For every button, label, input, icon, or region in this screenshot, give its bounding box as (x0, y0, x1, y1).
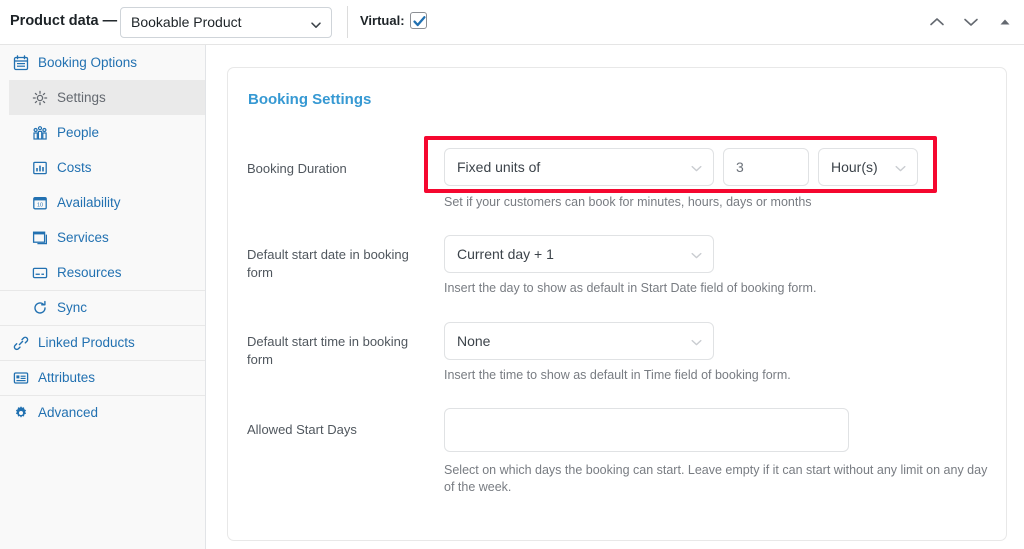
product-type-select[interactable]: Bookable Product (120, 7, 332, 38)
allowed-start-days-input[interactable] (444, 408, 849, 452)
sidebar-item-label: Availability (57, 194, 121, 210)
booking-duration-unit-value: Hour(s) (831, 159, 878, 175)
calendar-day-icon: 10 (31, 194, 48, 211)
default-start-date-value: Current day + 1 (457, 246, 554, 262)
booking-duration-value: 3 (736, 159, 744, 175)
page-title: Product data — (10, 13, 118, 29)
default-start-time-help: Insert the time to show as default in Ti… (444, 368, 791, 382)
default-start-time-select[interactable]: None (444, 322, 714, 360)
sidebar-item-label: Attributes (38, 370, 96, 386)
sidebar-item-resources[interactable]: Resources (0, 255, 205, 290)
gear-icon (31, 89, 48, 106)
virtual-checkbox[interactable] (409, 12, 427, 29)
list-box-icon (12, 370, 29, 387)
booking-duration-label: Booking Duration (247, 161, 347, 176)
section-title: Booking Settings (248, 91, 372, 108)
link-icon (12, 335, 29, 352)
sidebar-item-settings[interactable]: Settings (0, 80, 205, 115)
default-start-date-help: Insert the day to show as default in Sta… (444, 281, 817, 295)
sidebar-item-services[interactable]: Services (0, 220, 205, 255)
sidebar-item-label: Booking Options (38, 54, 138, 70)
panel-header: Product data — Bookable Product Virtual: (0, 0, 1024, 45)
check-icon (412, 16, 426, 27)
sidebar-item-availability[interactable]: 10 Availability (0, 185, 205, 220)
sidebar-item-label: Costs (57, 159, 92, 175)
virtual-field: Virtual: (360, 12, 427, 29)
sidebar-item-label: Services (57, 229, 109, 245)
chart-bar-icon (31, 159, 48, 176)
window-icon (31, 229, 48, 246)
sidebar-item-label: Resources (57, 264, 122, 280)
sidebar-item-attributes[interactable]: Attributes (0, 360, 205, 395)
default-start-date-label: Default start date in booking form (247, 247, 409, 280)
settings-sidebar: Booking Options Settings People Costs 10 (0, 45, 206, 549)
sidebar-item-advanced[interactable]: Advanced (0, 395, 205, 430)
booking-duration-unit-select[interactable]: Hour(s) (818, 148, 918, 186)
allowed-start-days-help: Select on which days the booking can sta… (444, 463, 988, 494)
sidebar-item-label: People (57, 124, 100, 140)
sidebar-item-label: Sync (57, 300, 88, 316)
default-start-time-value: None (457, 333, 491, 349)
booking-duration-type-select[interactable]: Fixed units of (444, 148, 714, 186)
move-up-icon[interactable] (926, 12, 948, 32)
header-actions (926, 12, 1016, 32)
chevron-down-icon (690, 336, 703, 349)
sidebar-item-label: Advanced (38, 405, 99, 421)
booking-duration-type-value: Fixed units of (457, 159, 541, 175)
chevron-down-icon (310, 18, 322, 30)
svg-text:10: 10 (37, 202, 43, 208)
default-start-time-label: Default start time in booking form (247, 334, 409, 367)
allowed-start-days-label: Allowed Start Days (247, 422, 357, 437)
product-data-panel: Product data — Bookable Product Virtual: (0, 0, 1024, 549)
sidebar-item-sync[interactable]: Sync (0, 290, 205, 325)
booking-duration-help: Set if your customers can book for minut… (444, 195, 812, 209)
virtual-label: Virtual: (360, 13, 405, 28)
sidebar-item-label: Settings (57, 89, 106, 105)
booking-duration-value-input[interactable]: 3 (723, 148, 809, 186)
people-icon (31, 124, 48, 141)
header-divider (347, 6, 348, 38)
chevron-down-icon (690, 162, 703, 175)
sidebar-item-booking-options[interactable]: Booking Options (0, 45, 205, 80)
sidebar-item-people[interactable]: People (0, 115, 205, 150)
sidebar-item-costs[interactable]: Costs (0, 150, 205, 185)
default-start-date-select[interactable]: Current day + 1 (444, 235, 714, 273)
chevron-down-icon (894, 162, 907, 175)
product-type-value: Bookable Product (131, 14, 242, 30)
sidebar-item-linked-products[interactable]: Linked Products (0, 325, 205, 360)
collapse-icon[interactable] (994, 12, 1016, 32)
card-icon (31, 264, 48, 281)
cog-icon (12, 405, 29, 422)
move-down-icon[interactable] (960, 12, 982, 32)
calendar-icon (12, 54, 29, 71)
sidebar-item-label: Linked Products (38, 335, 135, 351)
chevron-down-icon (690, 249, 703, 262)
sync-icon (31, 300, 48, 317)
